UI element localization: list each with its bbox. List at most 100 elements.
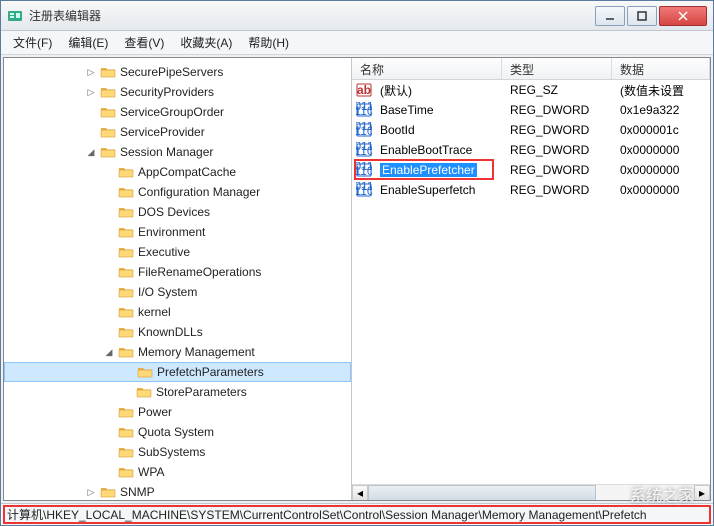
tree-item[interactable]: ▷Quota System xyxy=(4,422,351,442)
svg-text:ab: ab xyxy=(357,83,371,97)
tree-item[interactable]: ▷DOS Devices xyxy=(4,202,351,222)
cell-name: BootId xyxy=(376,123,506,137)
window-title: 注册表编辑器 xyxy=(29,7,593,24)
tree-label: I/O System xyxy=(138,285,197,299)
app-icon xyxy=(7,8,23,24)
list-row[interactable]: 011110BaseTimeREG_DWORD0x1e9a322 xyxy=(352,100,710,120)
cell-type: REG_DWORD xyxy=(506,183,616,197)
tree-label: Power xyxy=(138,405,172,419)
tree-item[interactable]: ▷ServiceGroupOrder xyxy=(4,102,351,122)
tree-item[interactable]: ▷WPA xyxy=(4,462,351,482)
expand-icon[interactable]: ▷ xyxy=(84,65,98,79)
svg-text:110: 110 xyxy=(356,164,372,178)
col-data[interactable]: 数据 xyxy=(612,58,710,79)
close-button[interactable] xyxy=(659,6,707,26)
tree-label: Configuration Manager xyxy=(138,185,260,199)
tree-label: DOS Devices xyxy=(138,205,210,219)
tree-label: WPA xyxy=(138,465,164,479)
cell-data: 0x0000000 xyxy=(616,183,710,197)
cell-type: REG_DWORD xyxy=(506,103,616,117)
list-body[interactable]: ab(默认)REG_SZ(数值未设置011110BaseTimeREG_DWOR… xyxy=(352,80,710,484)
tree-item[interactable]: ▷KnownDLLs xyxy=(4,322,351,342)
tree-label: AppCompatCache xyxy=(138,165,236,179)
list-row[interactable]: ab (默认)REG_SZ(数值未设置 xyxy=(352,80,710,100)
list-pane: 名称 类型 数据 ab(默认)REG_SZ(数值未设置011110BaseTim… xyxy=(352,58,710,500)
minimize-button[interactable] xyxy=(595,6,625,26)
menu-view[interactable]: 查看(V) xyxy=(116,31,172,54)
hscrollbar[interactable]: ◂ ▸ xyxy=(352,484,710,500)
maximize-button[interactable] xyxy=(627,6,657,26)
tree-label: PrefetchParameters xyxy=(157,365,264,379)
cell-type: REG_DWORD xyxy=(506,123,616,137)
tree-item[interactable]: ▷I/O System xyxy=(4,282,351,302)
tree-item[interactable]: ▷StoreParameters xyxy=(4,382,351,402)
cell-type: REG_DWORD xyxy=(506,163,616,177)
tree-item[interactable]: ▷kernel xyxy=(4,302,351,322)
tree-label: Executive xyxy=(138,245,190,259)
cell-data: 0x000001c xyxy=(616,123,710,137)
tree-label: Quota System xyxy=(138,425,214,439)
tree-item[interactable]: ◢ Memory Management xyxy=(4,342,351,362)
cell-data: (数值未设置 xyxy=(616,82,710,99)
tree-item[interactable]: ▷SubSystems xyxy=(4,442,351,462)
scroll-thumb[interactable] xyxy=(368,485,596,501)
cell-name: BaseTime xyxy=(376,103,506,117)
tree-item[interactable]: ▷ SNMP xyxy=(4,482,351,500)
list-header[interactable]: 名称 类型 数据 xyxy=(352,58,710,80)
expand-icon[interactable]: ▷ xyxy=(84,85,98,99)
svg-text:110: 110 xyxy=(356,144,372,158)
cell-name: EnableBootTrace xyxy=(376,143,506,157)
statusbar: 计算机\HKEY_LOCAL_MACHINE\SYSTEM\CurrentCon… xyxy=(1,503,713,525)
list-row[interactable]: 011110BootIdREG_DWORD0x000001c xyxy=(352,120,710,140)
tree-label: SecurityProviders xyxy=(120,85,214,99)
tree-item[interactable]: ▷AppCompatCache xyxy=(4,162,351,182)
scroll-right[interactable]: ▸ xyxy=(694,485,710,501)
status-path: 计算机\HKEY_LOCAL_MACHINE\SYSTEM\CurrentCon… xyxy=(7,506,647,523)
tree-item[interactable]: ▷Environment xyxy=(4,222,351,242)
tree-item[interactable]: ▷PrefetchParameters xyxy=(4,362,351,382)
collapse-icon[interactable]: ◢ xyxy=(84,145,98,159)
cell-type: REG_SZ xyxy=(506,83,616,97)
scroll-left[interactable]: ◂ xyxy=(352,485,368,501)
tree-item[interactable]: ▷Power xyxy=(4,402,351,422)
tree-pane[interactable]: ▷SecurePipeServers▷SecurityProviders▷Ser… xyxy=(4,58,352,500)
tree-label: ServiceProvider xyxy=(120,125,205,139)
tree-item[interactable]: ▷Configuration Manager xyxy=(4,182,351,202)
svg-text:110: 110 xyxy=(356,184,372,198)
cell-type: REG_DWORD xyxy=(506,143,616,157)
tree-label: SNMP xyxy=(120,485,155,499)
tree-item[interactable]: ▷Executive xyxy=(4,242,351,262)
cell-data: 0x0000000 xyxy=(616,163,710,177)
cell-name: (默认) xyxy=(376,82,506,99)
svg-text:110: 110 xyxy=(356,104,372,118)
collapse-icon[interactable]: ◢ xyxy=(102,345,116,359)
col-type[interactable]: 类型 xyxy=(502,58,612,79)
tree-item[interactable]: ▷FileRenameOperations xyxy=(4,262,351,282)
svg-text:110: 110 xyxy=(356,124,372,138)
tree-item[interactable]: ▷ServiceProvider xyxy=(4,122,351,142)
tree-label: Memory Management xyxy=(138,345,255,359)
tree-label: FileRenameOperations xyxy=(138,265,261,279)
tree: ▷SecurePipeServers▷SecurityProviders▷Ser… xyxy=(4,58,351,500)
tree-item[interactable]: ▷SecurePipeServers xyxy=(4,62,351,82)
tree-label: Environment xyxy=(138,225,205,239)
menu-file[interactable]: 文件(F) xyxy=(5,31,60,54)
tree-label: Session Manager xyxy=(120,145,213,159)
list-row[interactable]: 011110EnableSuperfetchREG_DWORD0x0000000 xyxy=(352,180,710,200)
tree-label: SubSystems xyxy=(138,445,205,459)
scroll-track[interactable] xyxy=(368,485,694,501)
tree-item[interactable]: ▷ SecurityProviders xyxy=(4,82,351,102)
titlebar[interactable]: 注册表编辑器 xyxy=(1,1,713,31)
window: 注册表编辑器 文件(F) 编辑(E) 查看(V) 收藏夹(A) 帮助(H) ▷S… xyxy=(0,0,714,526)
menu-help[interactable]: 帮助(H) xyxy=(240,31,297,54)
expand-icon[interactable]: ▷ xyxy=(84,485,98,499)
list-row[interactable]: 011110EnablePrefetcherREG_DWORD0x0000000 xyxy=(352,160,710,180)
tree-label: kernel xyxy=(138,305,171,319)
cell-data: 0x0000000 xyxy=(616,143,710,157)
menu-edit[interactable]: 编辑(E) xyxy=(60,31,116,54)
menu-favorites[interactable]: 收藏夹(A) xyxy=(172,31,240,54)
client-area: ▷SecurePipeServers▷SecurityProviders▷Ser… xyxy=(3,57,711,501)
col-name[interactable]: 名称 xyxy=(352,58,502,79)
list-row[interactable]: 011110EnableBootTraceREG_DWORD0x0000000 xyxy=(352,140,710,160)
tree-item[interactable]: ◢ Session Manager xyxy=(4,142,351,162)
